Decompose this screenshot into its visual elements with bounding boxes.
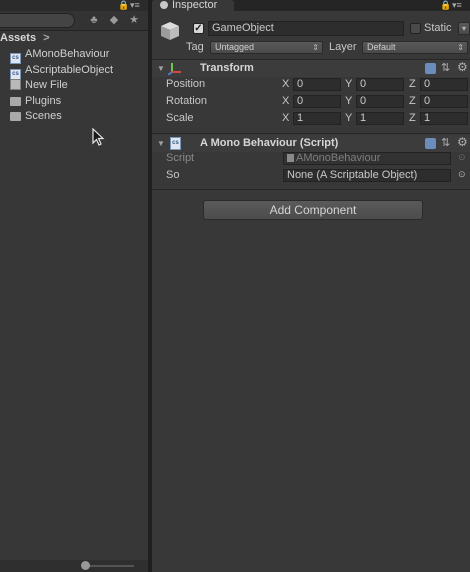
object-picker-icon: ⊙ (458, 152, 466, 162)
position-y-field[interactable]: 0 (356, 78, 404, 91)
axis-z-label: Z (409, 112, 416, 124)
project-search-input[interactable] (0, 13, 75, 28)
project-toolbar: ♣ ◆ ★ (0, 11, 148, 31)
asset-item-label: Plugins (25, 95, 62, 107)
lock-icon[interactable]: 🔒 (118, 0, 129, 11)
object-picker-icon[interactable]: ⊙ (458, 169, 466, 180)
layer-dropdown-value: Default (367, 42, 396, 52)
so-label: So (166, 169, 180, 181)
scale-z-field[interactable]: 1 (420, 112, 468, 125)
axis-y-label: Y (345, 78, 353, 90)
help-book-icon[interactable] (425, 138, 436, 149)
active-checkbox[interactable]: ✓ (193, 23, 204, 34)
preset-sliders-icon[interactable]: ⇅ (441, 61, 450, 74)
layer-dropdown[interactable]: Default ⇕ (362, 41, 468, 54)
info-icon (160, 1, 168, 9)
folder-icon (10, 97, 21, 106)
transform-title: Transform (200, 62, 254, 74)
script-icon (287, 154, 294, 162)
layer-label: Layer (329, 41, 357, 53)
axis-x-label: X (282, 95, 290, 107)
icon-size-slider-handle[interactable] (81, 561, 90, 570)
divider (152, 133, 470, 134)
lock-icon[interactable]: 🔒 (440, 0, 451, 11)
asset-item-scenes[interactable]: Scenes (10, 109, 62, 124)
axis-x-label: X (282, 112, 290, 124)
script-component-title: A Mono Behaviour (Script) (200, 137, 339, 149)
asset-item-plugins[interactable]: Plugins (10, 94, 61, 109)
foldout-arrow-icon[interactable]: ▼ (157, 135, 165, 152)
rotation-label: Rotation (166, 95, 207, 107)
axis-x-label: X (282, 78, 290, 90)
asset-item-amonobehaviour[interactable]: cs AMonoBehaviour (10, 47, 110, 64)
gameobject-name-field[interactable]: GameObject (208, 21, 404, 36)
rotation-x-field[interactable]: 0 (293, 95, 341, 108)
axis-z-label: Z (409, 95, 416, 107)
asset-item-label: Scenes (25, 110, 62, 122)
gear-icon[interactable]: ⚙ (457, 135, 468, 149)
static-checkbox[interactable] (410, 23, 421, 34)
project-panel-header: 🔒 ▾≡ (0, 0, 148, 11)
mouse-cursor-icon (92, 128, 105, 146)
position-x-field[interactable]: 0 (293, 78, 341, 91)
script-label: Script (166, 152, 195, 164)
tab-inspector[interactable]: Inspector (152, 0, 234, 12)
scale-label: Scale (166, 112, 194, 124)
gameobject-cube-icon (161, 22, 179, 40)
scale-x-field[interactable]: 1 (293, 112, 341, 125)
tag-dropdown[interactable]: Untagged ⇕ (210, 41, 323, 54)
file-icon (10, 79, 21, 90)
axis-z-label: Z (409, 78, 416, 90)
scale-y-field[interactable]: 1 (356, 112, 404, 125)
axis-y-label: Y (345, 95, 353, 107)
position-label: Position (166, 78, 206, 90)
static-dropdown[interactable]: ▾ (458, 22, 470, 35)
panel-menu-icon[interactable]: ▾≡ (130, 0, 140, 11)
filter-by-label-icon[interactable]: ◆ (106, 12, 122, 28)
axis-y-label: Y (345, 112, 353, 124)
tag-label: Tag (186, 41, 204, 53)
so-object-field[interactable]: None (A Scriptable Object) (283, 169, 451, 182)
script-object-value: AMonoBehaviour (296, 152, 381, 164)
divider (152, 189, 470, 190)
chevron-right-icon: > (43, 32, 50, 44)
folder-icon (10, 112, 21, 121)
asset-item-ascriptableobject[interactable]: cs AScriptableObject (10, 63, 114, 80)
breadcrumb-assets[interactable]: Assets (0, 32, 36, 44)
foldout-arrow-icon[interactable]: ▼ (157, 60, 165, 77)
breadcrumb[interactable]: Assets > (0, 31, 50, 46)
tab-inspector-label: Inspector (172, 0, 218, 11)
chevron-down-icon: ▾ (461, 24, 466, 33)
transform-axes-icon (168, 63, 181, 75)
favorites-star-icon[interactable]: ★ (126, 12, 142, 28)
static-label: Static (424, 22, 452, 34)
chevron-updown-icon: ⇕ (457, 43, 464, 52)
filter-by-type-icon[interactable]: ♣ (86, 12, 102, 28)
preset-sliders-icon[interactable]: ⇅ (441, 136, 450, 149)
help-book-icon[interactable] (425, 63, 436, 74)
position-z-field[interactable]: 0 (420, 78, 468, 91)
script-object-field: AMonoBehaviour (283, 152, 451, 165)
rotation-z-field[interactable]: 0 (420, 95, 468, 108)
tag-dropdown-value: Untagged (215, 42, 255, 52)
panel-divider[interactable] (148, 0, 152, 572)
gear-icon[interactable]: ⚙ (457, 60, 468, 74)
asset-item-label: New File (25, 79, 68, 91)
script-icon: cs (170, 137, 181, 150)
rotation-y-field[interactable]: 0 (356, 95, 404, 108)
chevron-updown-icon: ⇕ (312, 43, 319, 52)
asset-item-label: AMonoBehaviour (25, 48, 110, 60)
panel-menu-icon[interactable]: ▾≡ (452, 0, 462, 11)
asset-item-new-file[interactable]: New File (10, 78, 68, 93)
asset-item-label: AScriptableObject (25, 64, 114, 76)
add-component-button[interactable]: Add Component (203, 200, 423, 220)
